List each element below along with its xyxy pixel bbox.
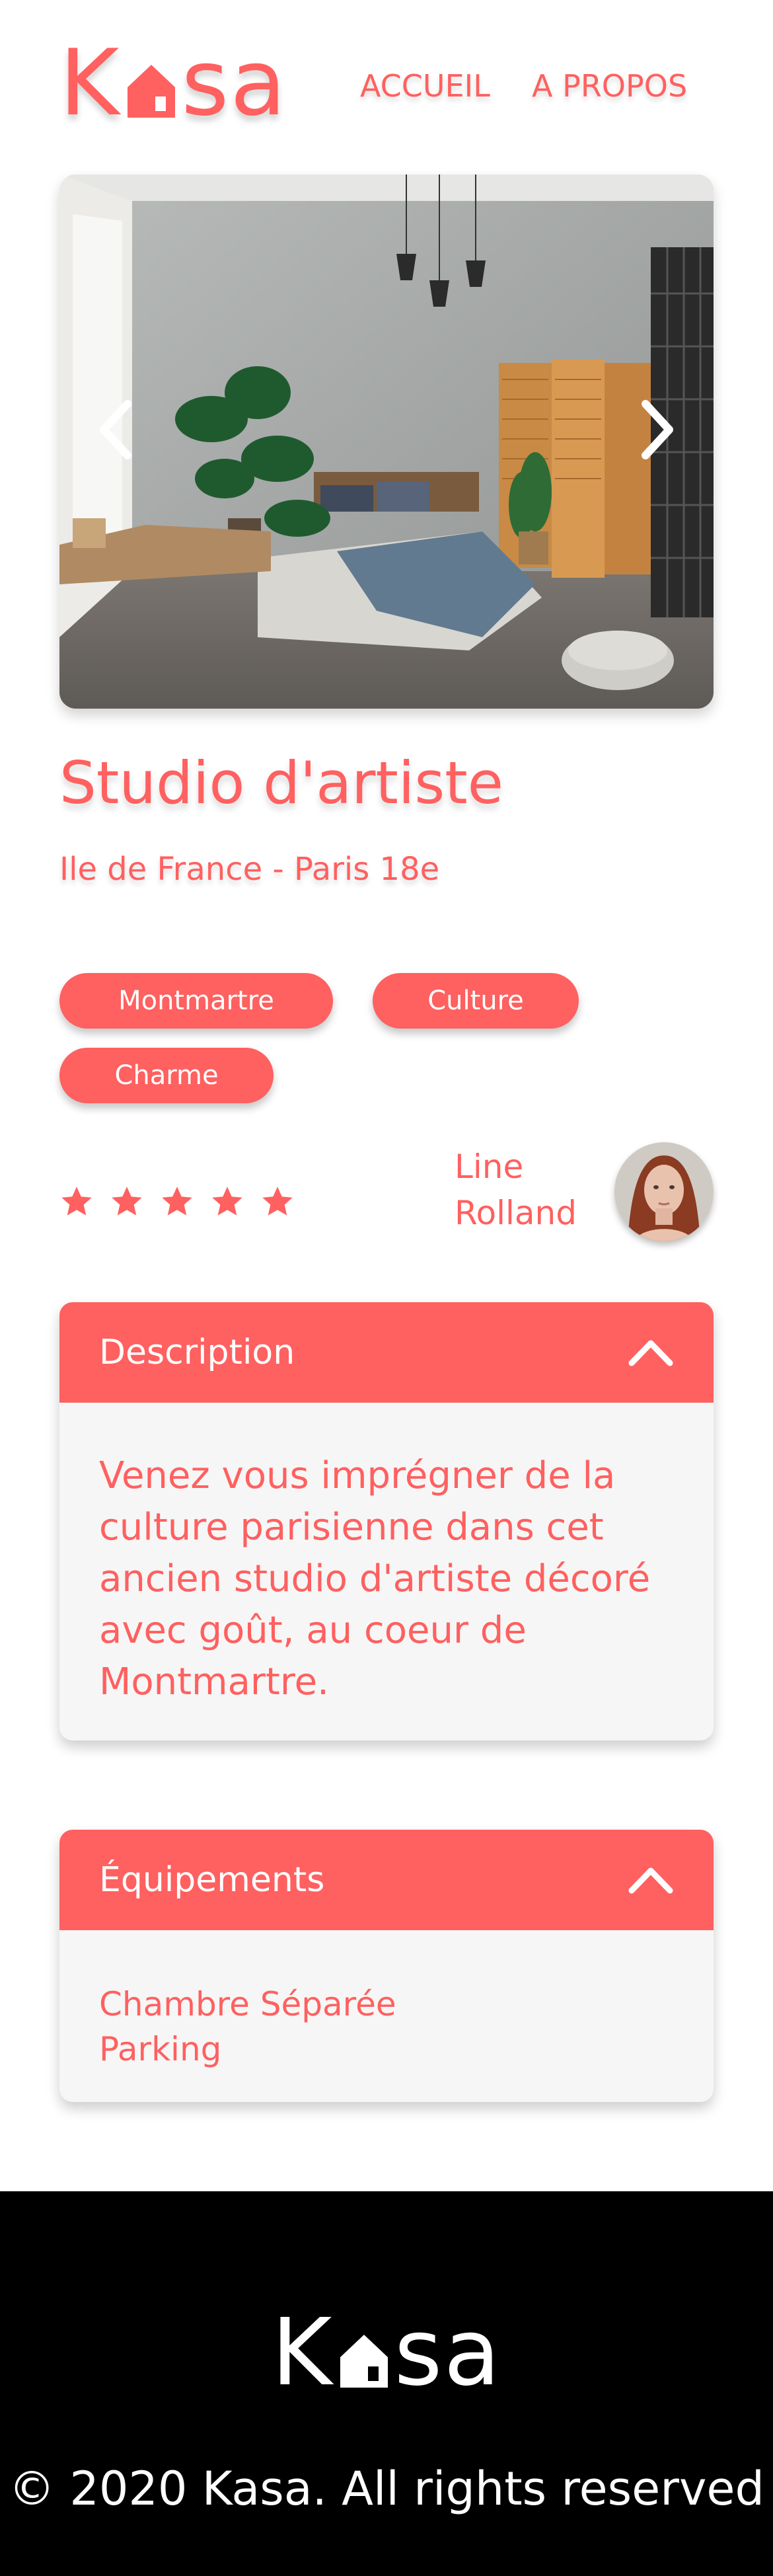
logo-letters-sa: sa <box>181 30 287 136</box>
chevron-up-icon[interactable] <box>628 1338 674 1367</box>
listing-title: Studio d'artiste <box>59 749 503 817</box>
description-text: Venez vous imprégner de la culture paris… <box>99 1454 651 1703</box>
description-collapse: Description Venez vous imprégner de la c… <box>59 1302 714 1740</box>
host-portrait <box>614 1142 714 1241</box>
nav-link-about[interactable]: A PROPOS <box>532 66 687 106</box>
footer-logo-letters-sa: sa <box>394 2299 502 2407</box>
tag-montmartre: Montmartre <box>59 973 333 1029</box>
house-icon <box>127 65 175 118</box>
chevron-left-icon <box>100 400 131 459</box>
house-icon <box>340 2335 388 2388</box>
kasa-logo[interactable]: K sa <box>59 30 294 136</box>
description-title: Description <box>99 1333 295 1372</box>
tag-charme: Charme <box>59 1048 274 1103</box>
host-avatar <box>614 1142 714 1241</box>
listing-location: Ile de France - Paris 18e <box>59 851 440 888</box>
listing-photo <box>59 175 714 709</box>
logo-letter-k: K <box>59 30 121 136</box>
rating-stars <box>59 1185 295 1219</box>
tag-culture: Culture <box>373 973 579 1029</box>
copyright-text: © 2020 Kasa. All rights reserved <box>9 2462 764 2516</box>
gallery-prev-button[interactable] <box>89 397 142 463</box>
footer-logo: K sa <box>0 2299 773 2407</box>
photo-gallery <box>59 175 714 709</box>
chevron-up-icon[interactable] <box>628 1865 674 1894</box>
equipments-title: Équipements <box>99 1860 325 1900</box>
host-name: Line Rolland <box>455 1148 577 1232</box>
star-icon <box>112 1187 142 1216</box>
equipment-item: Parking <box>99 2030 222 2068</box>
star-icon <box>61 1187 92 1216</box>
footer-logo-letter-k: K <box>271 2299 334 2407</box>
star-icon <box>162 1187 192 1216</box>
equipments-list: Chambre Séparée Parking <box>59 1930 714 2102</box>
description-collapse-header[interactable]: Description <box>59 1302 714 1403</box>
chevron-right-icon <box>642 400 673 459</box>
star-icon <box>212 1187 242 1216</box>
star-icon <box>262 1187 293 1216</box>
equipments-collapse-header[interactable]: Équipements <box>59 1830 714 1930</box>
equipments-collapse: Équipements Chambre Séparée Parking <box>59 1830 714 2102</box>
nav-link-home[interactable]: ACCUEIL <box>360 66 490 106</box>
gallery-next-button[interactable] <box>631 397 684 463</box>
equipment-item: Chambre Séparée <box>99 1985 396 2023</box>
